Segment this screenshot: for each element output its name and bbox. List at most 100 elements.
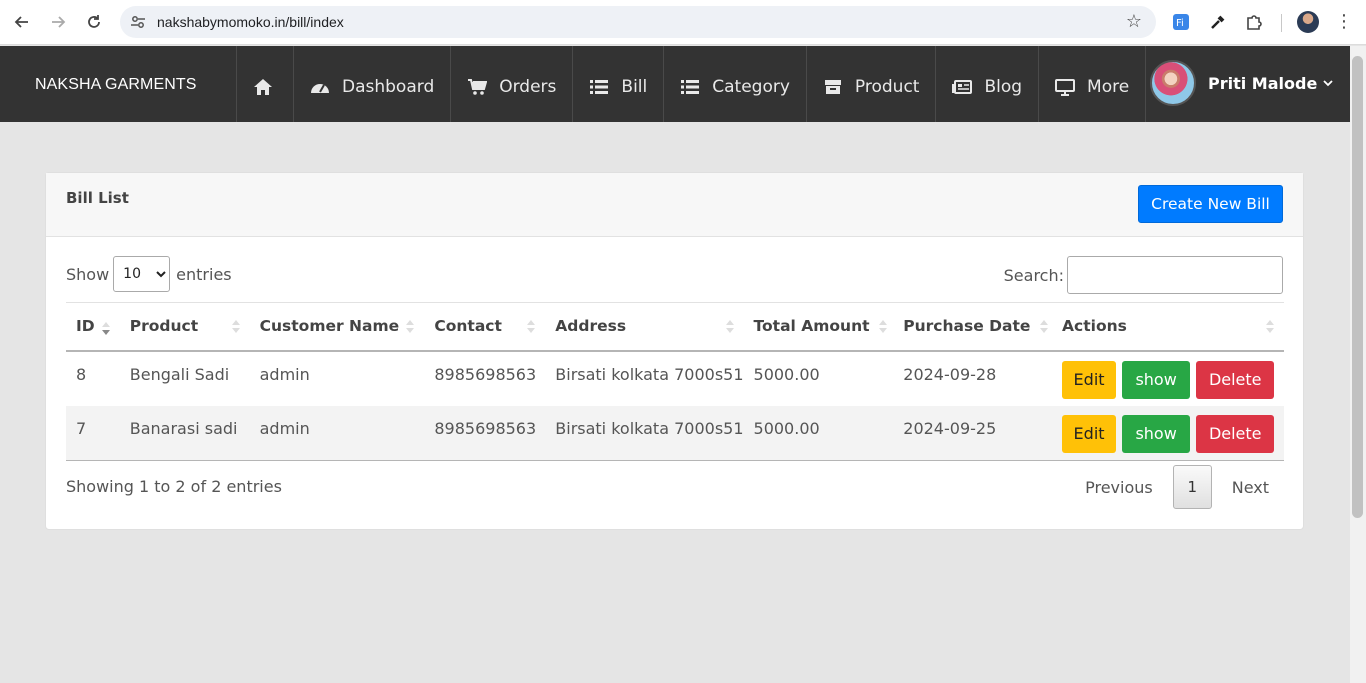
bookmark-star-icon[interactable]: ☆ xyxy=(1126,11,1142,32)
page-scrollbar[interactable] xyxy=(1350,46,1366,683)
sort-icon xyxy=(527,320,536,334)
search-input[interactable] xyxy=(1067,256,1283,294)
column-header-contact[interactable]: Contact xyxy=(424,302,546,352)
pagination: Previous 1 Next xyxy=(1071,465,1283,509)
forward-icon[interactable] xyxy=(46,10,70,34)
cell-id: 8 xyxy=(66,350,120,406)
site-settings-icon[interactable] xyxy=(130,14,146,30)
sort-icon xyxy=(406,320,415,334)
nav-menu: Dashboard Orders Bill Category Product B… xyxy=(236,46,1147,122)
delete-button[interactable]: Delete xyxy=(1196,414,1275,453)
toolbar-separator xyxy=(1281,14,1282,32)
dashboard-icon xyxy=(310,78,330,96)
cell-address: Birsati kolkata 7000s51 xyxy=(545,405,744,461)
extension-translate-icon[interactable]: Fi xyxy=(1170,11,1192,33)
delete-button[interactable]: Delete xyxy=(1196,360,1275,399)
box-icon xyxy=(823,78,843,96)
edit-button[interactable]: Edit xyxy=(1062,360,1117,399)
avatar xyxy=(1150,60,1196,106)
column-header-total-amount[interactable]: Total Amount xyxy=(743,302,894,352)
cell-date: 2024-09-28 xyxy=(893,350,1053,406)
nav-item-bill[interactable]: Bill xyxy=(572,46,663,122)
newspaper-icon xyxy=(952,78,973,96)
cell-actions: Edit show Delete xyxy=(1052,405,1284,461)
nav-item-category[interactable]: Category xyxy=(663,46,806,122)
search-control: Search: xyxy=(1004,256,1283,294)
column-header-actions[interactable]: Actions xyxy=(1052,302,1284,352)
entries-label: entries xyxy=(176,264,232,284)
list-icon xyxy=(680,78,700,96)
eyedropper-icon[interactable] xyxy=(1207,11,1229,33)
search-label: Search: xyxy=(1003,265,1064,285)
nav-item-home[interactable] xyxy=(236,46,293,122)
show-button[interactable]: show xyxy=(1122,414,1191,453)
nav-item-product[interactable]: Product xyxy=(805,46,936,122)
sort-icon xyxy=(879,320,888,334)
cell-contact: 8985698563 xyxy=(424,350,546,406)
sort-icon xyxy=(725,320,734,334)
nav-item-more[interactable]: More xyxy=(1038,46,1147,122)
table-header-row: ID Product Customer Name Contact Address… xyxy=(66,302,1284,352)
brand-logo-text[interactable]: NAKSHA GARMENTS xyxy=(35,76,197,94)
card-header: Bill List Create New Bill xyxy=(46,173,1303,237)
sort-desc-icon xyxy=(101,322,110,336)
nav-label-bill: Bill xyxy=(621,77,648,97)
extensions-puzzle-icon[interactable] xyxy=(1243,11,1265,33)
desktop-icon xyxy=(1055,78,1076,96)
sort-icon xyxy=(1040,320,1049,334)
back-icon[interactable] xyxy=(10,10,34,34)
sort-icon xyxy=(1266,320,1274,334)
bill-list-card: Bill List Create New Bill Show 102550100… xyxy=(45,172,1304,530)
table-row: 7 Banarasi sadi admin 8985698563 Birsati… xyxy=(66,405,1284,461)
cell-customer: admin xyxy=(249,405,425,461)
cell-address: Birsati kolkata 7000s51 xyxy=(545,350,744,406)
edit-button[interactable]: Edit xyxy=(1062,414,1117,453)
column-header-address[interactable]: Address xyxy=(545,302,744,352)
cell-product: Banarasi sadi xyxy=(119,405,250,461)
reload-icon[interactable] xyxy=(82,10,106,34)
column-header-purchase-date[interactable]: Purchase Date xyxy=(893,302,1053,352)
pagination-next[interactable]: Next xyxy=(1218,465,1283,509)
nav-item-orders[interactable]: Orders xyxy=(450,46,572,122)
entries-length-select[interactable]: 102550100 xyxy=(113,256,171,292)
nav-label-more: More xyxy=(1087,77,1130,97)
nav-label-dashboard: Dashboard xyxy=(342,77,435,97)
address-bar[interactable]: nakshabymomoko.in/bill/index ☆ xyxy=(120,6,1156,38)
profile-avatar-icon[interactable] xyxy=(1297,11,1319,33)
column-header-id[interactable]: ID xyxy=(66,302,120,352)
home-icon xyxy=(253,78,273,96)
nav-label-orders: Orders xyxy=(499,77,557,97)
cell-actions: Edit show Delete xyxy=(1052,350,1284,406)
cell-total: 5000.00 xyxy=(743,350,894,406)
entries-length-control: Show 102550100 entries xyxy=(66,256,232,292)
browser-menu-icon[interactable]: ⋮ xyxy=(1335,11,1353,32)
nav-label-product: Product xyxy=(854,77,920,97)
card-title: Bill List xyxy=(66,189,129,207)
show-label: Show xyxy=(66,264,110,284)
cart-icon xyxy=(467,78,488,96)
pagination-previous[interactable]: Previous xyxy=(1071,465,1167,509)
svg-text:Fi: Fi xyxy=(1176,18,1184,29)
cell-contact: 8985698563 xyxy=(424,405,546,461)
nav-label-blog: Blog xyxy=(984,77,1023,97)
chevron-down-icon xyxy=(1323,77,1333,90)
url-text: nakshabymomoko.in/bill/index xyxy=(157,14,344,30)
user-name: Priti Malode xyxy=(1208,73,1318,93)
main-navbar: NAKSHA GARMENTS Dashboard Orders Bill Ca… xyxy=(0,46,1350,122)
list-icon xyxy=(589,78,609,96)
sort-icon xyxy=(231,320,240,334)
table-row: 8 Bengali Sadi admin 8985698563 Birsati … xyxy=(66,350,1284,406)
create-new-bill-button[interactable]: Create New Bill xyxy=(1138,185,1283,223)
nav-item-dashboard[interactable]: Dashboard xyxy=(293,46,450,122)
bill-table: ID Product Customer Name Contact Address… xyxy=(66,302,1284,461)
nav-label-category: Category xyxy=(712,77,790,97)
column-header-customer-name[interactable]: Customer Name xyxy=(249,302,425,352)
nav-item-blog[interactable]: Blog xyxy=(935,46,1038,122)
user-menu[interactable]: Priti Malode xyxy=(1150,60,1333,106)
scrollbar-thumb[interactable] xyxy=(1352,56,1363,518)
browser-toolbar: nakshabymomoko.in/bill/index ☆ Fi ⋮ xyxy=(0,0,1366,45)
column-header-product[interactable]: Product xyxy=(119,302,250,352)
pagination-page-1[interactable]: 1 xyxy=(1172,465,1212,509)
show-button[interactable]: show xyxy=(1122,360,1191,399)
table-info: Showing 1 to 2 of 2 entries xyxy=(66,477,282,496)
